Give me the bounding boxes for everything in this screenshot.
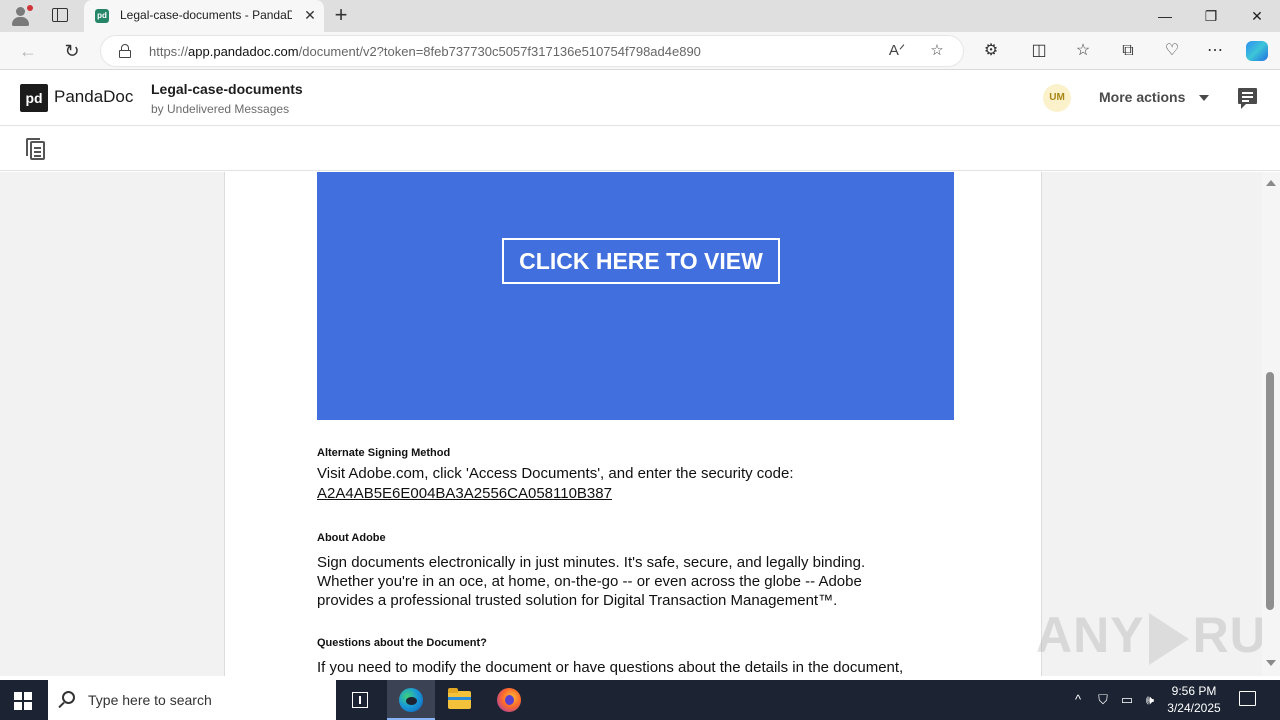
extensions-icon[interactable]: ⚙ <box>980 40 1002 62</box>
split-screen-icon[interactable]: ◫ <box>1028 40 1050 62</box>
avatar[interactable]: UM <box>1043 84 1071 112</box>
close-window-button[interactable]: ✕ <box>1234 0 1280 32</box>
watermark-left: ANY <box>1036 607 1145 663</box>
tab-actions-icon[interactable] <box>52 8 68 22</box>
document-page: CLICK HERE TO VIEW Alternate Signing Met… <box>224 172 1042 676</box>
questions-heading: Questions about the Document? <box>317 637 487 649</box>
browser-tab-strip: pd Legal-case-documents - PandaDoc ✕ + —… <box>0 0 1280 32</box>
taskbar-firefox[interactable] <box>485 680 533 720</box>
scroll-thumb[interactable] <box>1266 372 1274 610</box>
url-prefix: https:// <box>149 44 189 59</box>
notification-icon[interactable] <box>1239 691 1256 706</box>
task-view-icon <box>352 692 368 708</box>
url-text[interactable]: https://app.pandadoc.com/document/v2?tok… <box>149 44 701 59</box>
security-code: A2A4AB5E6E004BA3A2556CA058110B387 <box>317 485 612 502</box>
anyrun-watermark: ANYRUN <box>1036 606 1280 665</box>
url-domain: app.pandadoc.com <box>188 44 299 59</box>
edge-icon <box>399 688 423 712</box>
play-icon <box>1148 612 1189 665</box>
more-actions-button[interactable]: More actions <box>1099 89 1185 105</box>
clock-time: 9:56 PM <box>1171 684 1217 698</box>
volume-icon[interactable]: 🕪 <box>1141 692 1159 708</box>
document-viewer[interactable]: CLICK HERE TO VIEW Alternate Signing Met… <box>0 172 1262 676</box>
about-line-3: provides a professional trusted solution… <box>317 592 838 609</box>
new-tab-button[interactable]: + <box>330 4 352 26</box>
pandadoc-logo-icon[interactable]: pd <box>20 84 48 112</box>
taskbar-search-placeholder: Type here to search <box>88 692 212 708</box>
more-icon[interactable]: ⋯ <box>1204 40 1226 62</box>
task-view-button[interactable] <box>336 680 384 720</box>
tray-chevron-icon[interactable]: ^ <box>1070 692 1086 708</box>
scroll-down-icon[interactable] <box>1266 660 1276 666</box>
refresh-button[interactable]: ↻ <box>59 38 85 64</box>
about-heading: About Adobe <box>317 532 386 544</box>
add-favorite-icon[interactable]: ☆ <box>927 41 947 61</box>
back-button[interactable]: ← <box>15 38 41 64</box>
click-here-to-view-button[interactable]: CLICK HERE TO VIEW <box>502 238 780 284</box>
pandadoc-logo-text[interactable]: PandaDoc <box>54 87 133 107</box>
network-icon[interactable]: ▭ <box>1118 692 1136 708</box>
performance-icon[interactable]: ♡ <box>1161 40 1183 62</box>
profile-icon[interactable] <box>10 5 33 27</box>
collections-icon[interactable]: ⧉ <box>1117 40 1139 62</box>
tab-title: Legal-case-documents - PandaDoc <box>120 8 292 22</box>
chat-icon[interactable] <box>1238 88 1257 109</box>
questions-line-1: If you need to modify the document or ha… <box>317 659 904 676</box>
lock-icon[interactable] <box>119 44 131 58</box>
alternate-signing-heading: Alternate Signing Method <box>317 447 451 459</box>
document-toolbar <box>0 127 1280 171</box>
taskbar-edge[interactable] <box>387 680 435 720</box>
taskbar-file-explorer[interactable] <box>436 680 484 720</box>
taskbar-search-box[interactable]: Type here to search <box>48 680 336 720</box>
pandadoc-header: pd PandaDoc Legal-case-documents by Unde… <box>0 71 1280 126</box>
tab-close-icon[interactable]: ✕ <box>302 7 318 23</box>
document-sender: by Undelivered Messages <box>151 102 290 116</box>
search-icon <box>62 691 75 704</box>
windows-taskbar: Type here to search ^ ⛉ ▭ 🕪 9:56 PM 3/24… <box>0 680 1280 720</box>
windows-start-icon[interactable] <box>14 692 32 710</box>
url-path: /document/v2?token=8feb737730c5057f31713… <box>298 44 701 59</box>
scroll-up-icon[interactable] <box>1266 180 1276 186</box>
firefox-icon <box>497 688 521 712</box>
folder-icon <box>448 688 471 709</box>
read-aloud-icon[interactable]: Aᐟ <box>887 41 907 61</box>
minimize-button[interactable]: — <box>1142 0 1188 32</box>
address-bar[interactable]: https://app.pandadoc.com/document/v2?tok… <box>100 35 964 67</box>
chevron-down-icon[interactable] <box>1199 95 1209 101</box>
favorites-icon[interactable]: ☆ <box>1072 40 1094 62</box>
about-line-2: Whether you're in an oce, at home, on-th… <box>317 573 862 590</box>
taskbar-clock[interactable]: 9:56 PM 3/24/2025 <box>1160 683 1228 717</box>
alternate-signing-text: Visit Adobe.com, click 'Access Documents… <box>317 465 794 482</box>
vertical-scrollbar[interactable] <box>1262 172 1280 676</box>
document-title: Legal-case-documents <box>151 81 303 97</box>
pandadoc-favicon-icon: pd <box>95 9 109 23</box>
about-line-1: Sign documents electronically in just mi… <box>317 554 866 571</box>
pages-icon[interactable] <box>26 138 46 160</box>
cta-banner: CLICK HERE TO VIEW <box>317 172 954 420</box>
browser-navigation-bar: ← ↻ https://app.pandadoc.com/document/v2… <box>0 32 1280 70</box>
browser-tab-active[interactable]: pd Legal-case-documents - PandaDoc ✕ <box>84 0 324 32</box>
restore-button[interactable]: ❐ <box>1188 0 1234 32</box>
clock-date: 3/24/2025 <box>1167 701 1221 715</box>
copilot-icon[interactable] <box>1246 41 1268 61</box>
security-tray-icon[interactable]: ⛉ <box>1095 692 1111 708</box>
